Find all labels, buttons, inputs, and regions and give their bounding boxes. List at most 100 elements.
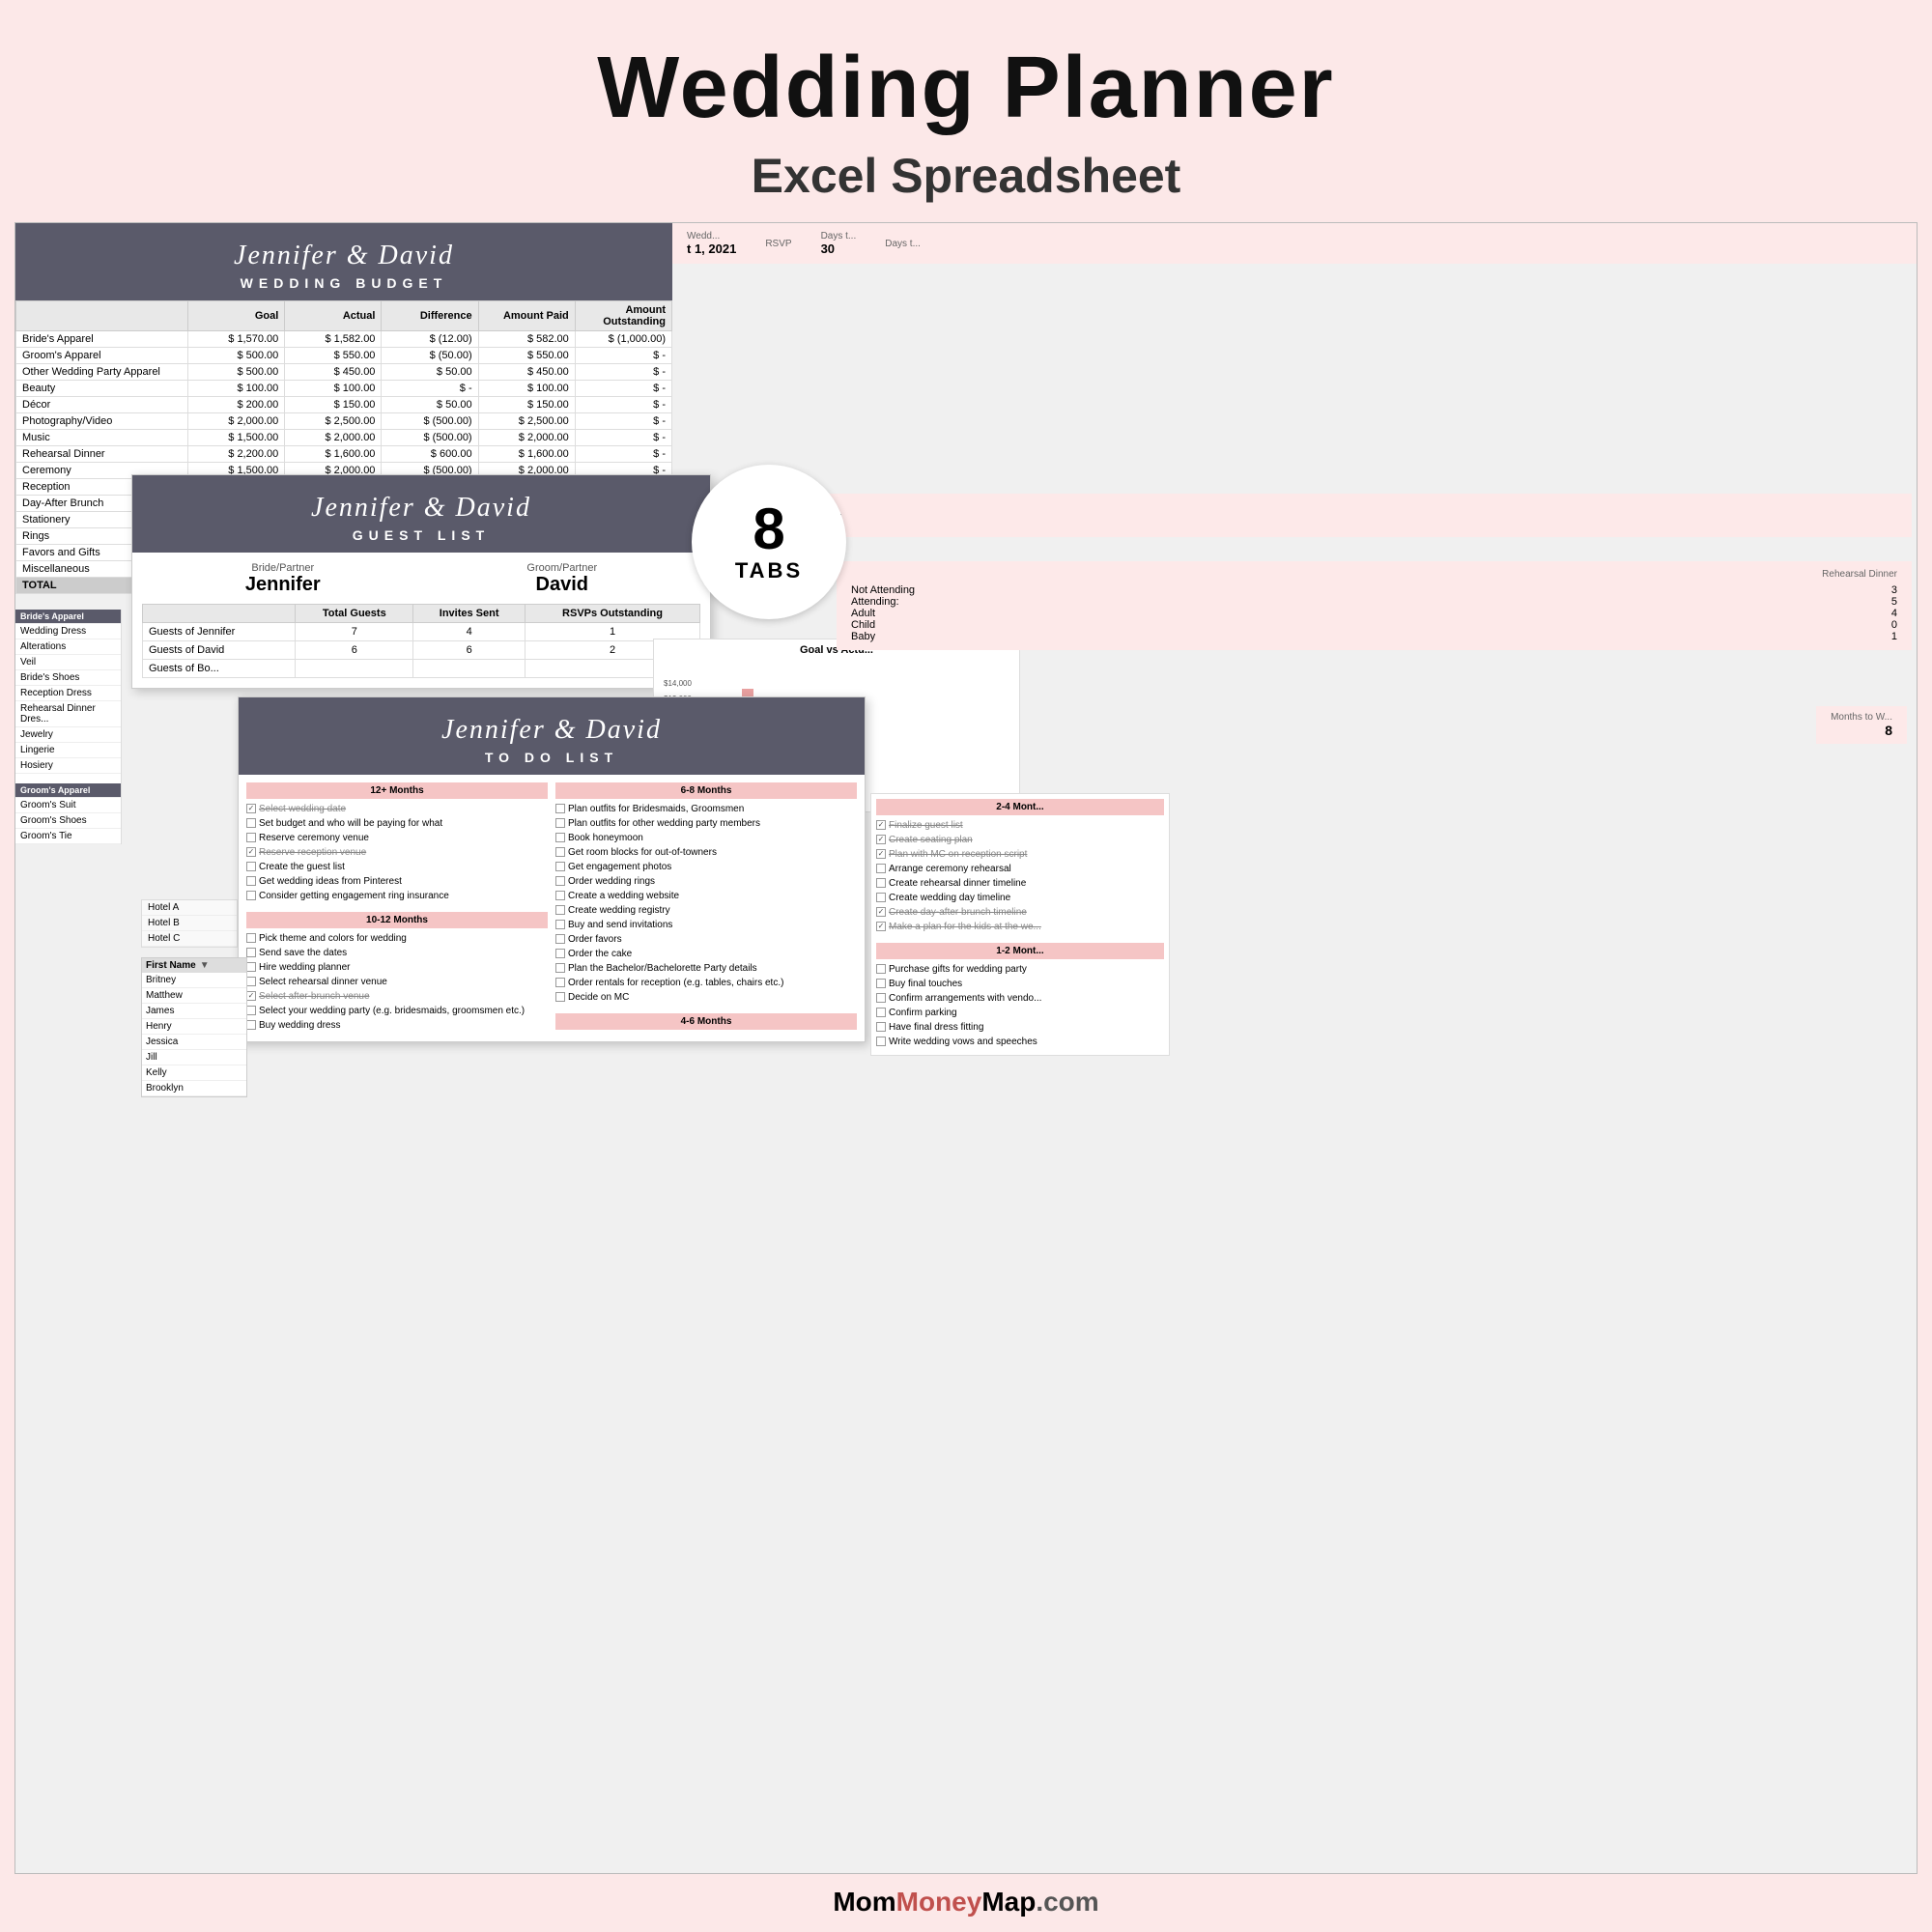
hotel-c: Hotel C bbox=[142, 931, 237, 947]
todo-text: Hire wedding planner bbox=[259, 961, 351, 974]
todo-checkbox[interactable] bbox=[246, 1006, 256, 1015]
attending-label: Attending: bbox=[851, 596, 899, 608]
col-header-outstanding: Amount Outstanding bbox=[575, 301, 671, 331]
todo-checkbox[interactable] bbox=[876, 1022, 886, 1032]
name-henry: Henry bbox=[142, 1019, 246, 1035]
item-veil: Veil bbox=[15, 655, 121, 670]
todo-checkbox[interactable] bbox=[876, 922, 886, 931]
todo-checkbox[interactable] bbox=[876, 993, 886, 1003]
table-row: Guests of Jennifer 7 4 1 bbox=[143, 623, 700, 641]
todo-checkbox[interactable] bbox=[246, 933, 256, 943]
col-header-goal: Goal bbox=[188, 301, 285, 331]
todo-checkbox[interactable] bbox=[246, 818, 256, 828]
todo-text: Send save the dates bbox=[259, 947, 347, 959]
budget-row-paid: $ 550.00 bbox=[478, 348, 575, 364]
todo-checkbox[interactable] bbox=[555, 934, 565, 944]
rsvp-label: RSVP bbox=[765, 239, 791, 249]
todo-text: Plan with MC on reception script bbox=[889, 848, 1027, 861]
todo-checkbox[interactable] bbox=[876, 1008, 886, 1017]
todo-checkbox[interactable] bbox=[246, 804, 256, 813]
todo-checkbox[interactable] bbox=[555, 891, 565, 900]
todo-checkbox[interactable] bbox=[246, 991, 256, 1001]
todo-checkbox[interactable] bbox=[246, 847, 256, 857]
table-row: Guests of Bo... bbox=[143, 660, 700, 678]
todo-text: Write wedding vows and speeches bbox=[889, 1036, 1037, 1048]
adult-row: Adult 4 bbox=[851, 608, 1897, 619]
todo-checkbox[interactable] bbox=[555, 920, 565, 929]
todo-checkbox[interactable] bbox=[555, 818, 565, 828]
col-rsvps-outstanding: RSVPs Outstanding bbox=[526, 605, 700, 623]
todo-text: Consider getting engagement ring insuran… bbox=[259, 890, 449, 902]
budget-row-diff: $ (500.00) bbox=[382, 413, 478, 430]
todo-checkbox[interactable] bbox=[555, 862, 565, 871]
todo-checkbox[interactable] bbox=[876, 893, 886, 902]
todo-checkbox[interactable] bbox=[555, 992, 565, 1002]
todo-item: Consider getting engagement ring insuran… bbox=[246, 890, 548, 902]
todo-checkbox[interactable] bbox=[876, 907, 886, 917]
todo-checkbox[interactable] bbox=[246, 833, 256, 842]
todo-item: Reserve reception venue bbox=[246, 846, 548, 859]
item-wedding-dress: Wedding Dress bbox=[15, 624, 121, 639]
budget-row-actual: $ 150.00 bbox=[285, 397, 382, 413]
filter-icon[interactable]: ▼ bbox=[200, 960, 210, 971]
todo-text: Confirm parking bbox=[889, 1007, 957, 1019]
todo-checkbox[interactable] bbox=[876, 979, 886, 988]
todo-checkbox[interactable] bbox=[555, 905, 565, 915]
todo-checkbox[interactable] bbox=[876, 820, 886, 830]
todo-item: Finalize guest list bbox=[876, 819, 1164, 832]
todo-item: Buy wedding dress bbox=[246, 1019, 548, 1032]
hotel-list: Hotel A Hotel B Hotel C bbox=[141, 899, 238, 948]
todo-checkbox[interactable] bbox=[555, 949, 565, 958]
todo-text: Select wedding date bbox=[259, 803, 346, 815]
budget-row-goal: $ 2,000.00 bbox=[188, 413, 285, 430]
todo-checkbox[interactable] bbox=[555, 876, 565, 886]
budget-row-actual: $ 1,600.00 bbox=[285, 446, 382, 463]
todo-col-6-8: 6-8 Months Plan outfits for Bridesmaids,… bbox=[555, 782, 857, 1034]
jennifer-invites: 4 bbox=[413, 623, 526, 641]
budget-row-goal: $ 100.00 bbox=[188, 381, 285, 397]
todo-text: Order wedding rings bbox=[568, 875, 655, 888]
todo-checkbox[interactable] bbox=[246, 876, 256, 886]
todo-item: Order favors bbox=[555, 933, 857, 946]
todo-checkbox[interactable] bbox=[876, 835, 886, 844]
todo-checkbox[interactable] bbox=[555, 963, 565, 973]
attending-stats: Rehearsal Dinner Not Attending 3 Attendi… bbox=[837, 561, 1912, 650]
name-matthew: Matthew bbox=[142, 988, 246, 1004]
name-jill: Jill bbox=[142, 1050, 246, 1065]
todo-text: Arrange ceremony rehearsal bbox=[889, 863, 1011, 875]
budget-row-actual: $ 550.00 bbox=[285, 348, 382, 364]
todo-text: Create day-after brunch timeline bbox=[889, 906, 1027, 919]
todo-checkbox[interactable] bbox=[246, 891, 256, 900]
todo-item: Select rehearsal dinner venue bbox=[246, 976, 548, 988]
todo-checkbox[interactable] bbox=[876, 864, 886, 873]
budget-row-diff: $ (500.00) bbox=[382, 430, 478, 446]
todo-item: Make a plan for the kids at the we... bbox=[876, 921, 1164, 933]
budget-row-outstanding: $ - bbox=[575, 348, 671, 364]
todo-checkbox[interactable] bbox=[246, 1020, 256, 1030]
todo-checkbox[interactable] bbox=[555, 833, 565, 842]
todo-checkbox[interactable] bbox=[876, 964, 886, 974]
groom-partner: Groom/Partner David bbox=[526, 562, 597, 596]
item-reception-dress: Reception Dress bbox=[15, 686, 121, 701]
todo-checkbox[interactable] bbox=[246, 948, 256, 957]
todo-checkbox[interactable] bbox=[876, 878, 886, 888]
child-row: Child 0 bbox=[851, 619, 1897, 631]
budget-row-outstanding: $ - bbox=[575, 430, 671, 446]
todo-checkbox[interactable] bbox=[555, 847, 565, 857]
todo-text: Select after-brunch venue bbox=[259, 990, 370, 1003]
guest-sheet-title: GUEST LIST bbox=[142, 527, 700, 543]
todo-checkbox[interactable] bbox=[246, 862, 256, 871]
todo-checkbox[interactable] bbox=[246, 977, 256, 986]
bo-total bbox=[296, 660, 413, 678]
todo-checkbox[interactable] bbox=[555, 804, 565, 813]
todo-text: Purchase gifts for wedding party bbox=[889, 963, 1027, 976]
todo-checkbox[interactable] bbox=[876, 1037, 886, 1046]
jennifer-guests-label: Guests of Jennifer bbox=[143, 623, 296, 641]
table-row: Guests of David 6 6 2 bbox=[143, 641, 700, 660]
not-attending-value: 3 bbox=[1891, 584, 1897, 596]
name-jessica: Jessica bbox=[142, 1035, 246, 1050]
todo-checkbox[interactable] bbox=[876, 849, 886, 859]
todo-item: Create wedding registry bbox=[555, 904, 857, 917]
todo-checkbox[interactable] bbox=[555, 978, 565, 987]
todo-checkbox[interactable] bbox=[246, 962, 256, 972]
